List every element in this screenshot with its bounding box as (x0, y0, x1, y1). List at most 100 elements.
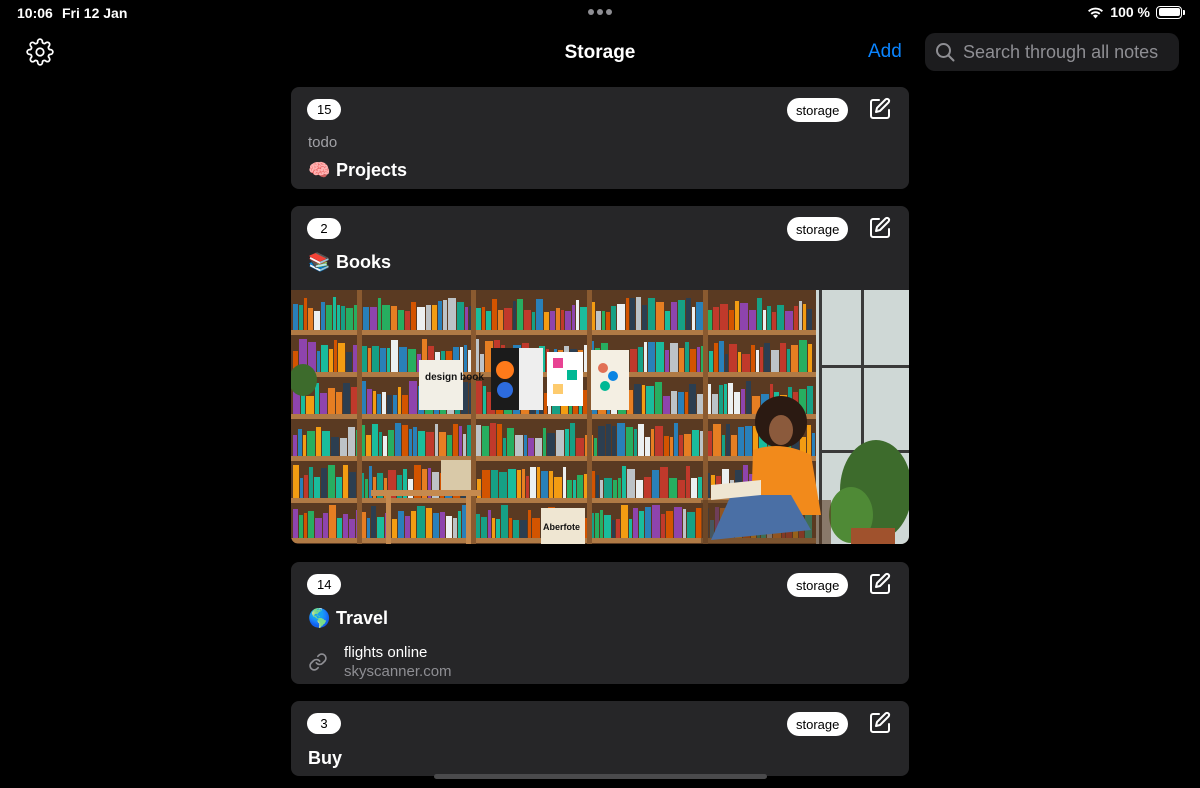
book-spine (373, 391, 376, 414)
book-spine (674, 423, 678, 456)
status-bar: 10:06 Fri 12 Jan 100 % (0, 0, 1200, 26)
book-spine (685, 342, 689, 372)
book-spine (772, 312, 776, 330)
book-spine (491, 470, 498, 498)
book-spine (349, 519, 355, 538)
book-spine (616, 519, 620, 538)
book-spine (532, 518, 540, 538)
book-spine (648, 342, 655, 372)
book-spine (738, 427, 744, 456)
book-spine (687, 512, 695, 538)
book-spine (580, 307, 587, 330)
book-spine (398, 310, 404, 330)
book-spine (729, 344, 737, 372)
search-field[interactable] (925, 33, 1179, 71)
book-spine (799, 301, 802, 330)
edit-icon[interactable] (868, 572, 892, 596)
book-spine (630, 298, 635, 330)
home-indicator[interactable] (434, 774, 767, 779)
note-card-buy[interactable]: 3 storage Buy (291, 701, 909, 776)
book-spine (409, 429, 412, 456)
book-spine (482, 307, 485, 330)
book-spine (729, 310, 734, 330)
book-spine (497, 424, 502, 456)
book-spine (719, 341, 724, 372)
book-spine (622, 466, 626, 498)
book-spine (380, 348, 386, 372)
add-button[interactable]: Add (868, 41, 902, 63)
battery-fill (1158, 8, 1180, 16)
book-spine (612, 520, 615, 538)
book-spine (447, 435, 452, 456)
book-spine (448, 298, 456, 330)
book-spine (621, 505, 628, 538)
shelf-board (291, 414, 816, 419)
book-spine (661, 514, 665, 538)
book-spine (446, 516, 452, 538)
book-spine (368, 348, 371, 372)
book-spine (764, 343, 770, 372)
book-spine (689, 384, 696, 414)
book-spine (565, 311, 571, 330)
book-spine (349, 472, 356, 498)
book-spine (488, 510, 491, 538)
book-spine (807, 386, 813, 414)
book-spine (293, 304, 298, 330)
tag-pill[interactable]: storage (787, 217, 849, 241)
book-spine (304, 475, 308, 498)
edit-icon[interactable] (868, 216, 892, 240)
book-spine (630, 349, 637, 372)
note-card-books[interactable]: 2 storage 📚 Books design book Aberfote (291, 206, 909, 544)
book-spine (670, 343, 678, 372)
book-spine (728, 383, 733, 414)
books-emoji-icon: 📚 (308, 252, 331, 272)
book-spine (536, 299, 543, 330)
wifi-icon (1088, 7, 1104, 18)
status-right: 100 % (1087, 4, 1185, 20)
book-spine (503, 438, 506, 456)
book-spine (341, 306, 345, 330)
link-item[interactable]: flights online skyscanner.com (308, 644, 452, 680)
book-spine (391, 340, 398, 372)
book-spine (492, 518, 495, 538)
book-spine (780, 343, 786, 372)
book-spine (604, 515, 611, 538)
bookshelf-image[interactable]: design book Aberfote (291, 290, 909, 544)
book-spine (405, 516, 410, 538)
tag-pill[interactable]: storage (787, 98, 849, 122)
link-icon (309, 653, 327, 671)
search-input[interactable] (963, 41, 1168, 63)
book-spine (346, 352, 352, 372)
note-card-travel[interactable]: 14 storage 🌎 Travel flights online skysc… (291, 562, 909, 684)
book-spine (697, 347, 700, 372)
book-spine (486, 311, 491, 330)
book-spine (293, 465, 299, 498)
book-spine (636, 297, 641, 330)
book-spine (655, 426, 663, 456)
book-spine (504, 308, 512, 330)
book-spine (594, 438, 597, 456)
book-spine (771, 350, 779, 372)
multitasking-dots-icon[interactable] (588, 9, 612, 15)
book-spine (463, 434, 466, 456)
note-card-projects[interactable]: 15 storage todo 🧠 Projects (291, 87, 909, 189)
book-spine (602, 311, 605, 330)
book-spine (678, 480, 685, 498)
book-spine (807, 309, 812, 330)
tag-pill[interactable]: storage (787, 573, 849, 597)
book-spine (812, 433, 815, 456)
book-spine (670, 437, 673, 456)
book-spine (387, 395, 392, 414)
note-count-badge: 2 (307, 218, 341, 239)
book-spine (391, 306, 397, 330)
book-spine (383, 436, 387, 456)
book-spine (666, 511, 673, 538)
book-spine (343, 383, 350, 414)
book-spine (577, 475, 583, 498)
edit-icon[interactable] (868, 711, 892, 735)
book-spine (612, 426, 616, 456)
edit-icon[interactable] (868, 97, 892, 121)
shelf-board (291, 330, 816, 335)
book-spine (629, 519, 632, 538)
tag-pill[interactable]: storage (787, 712, 849, 736)
